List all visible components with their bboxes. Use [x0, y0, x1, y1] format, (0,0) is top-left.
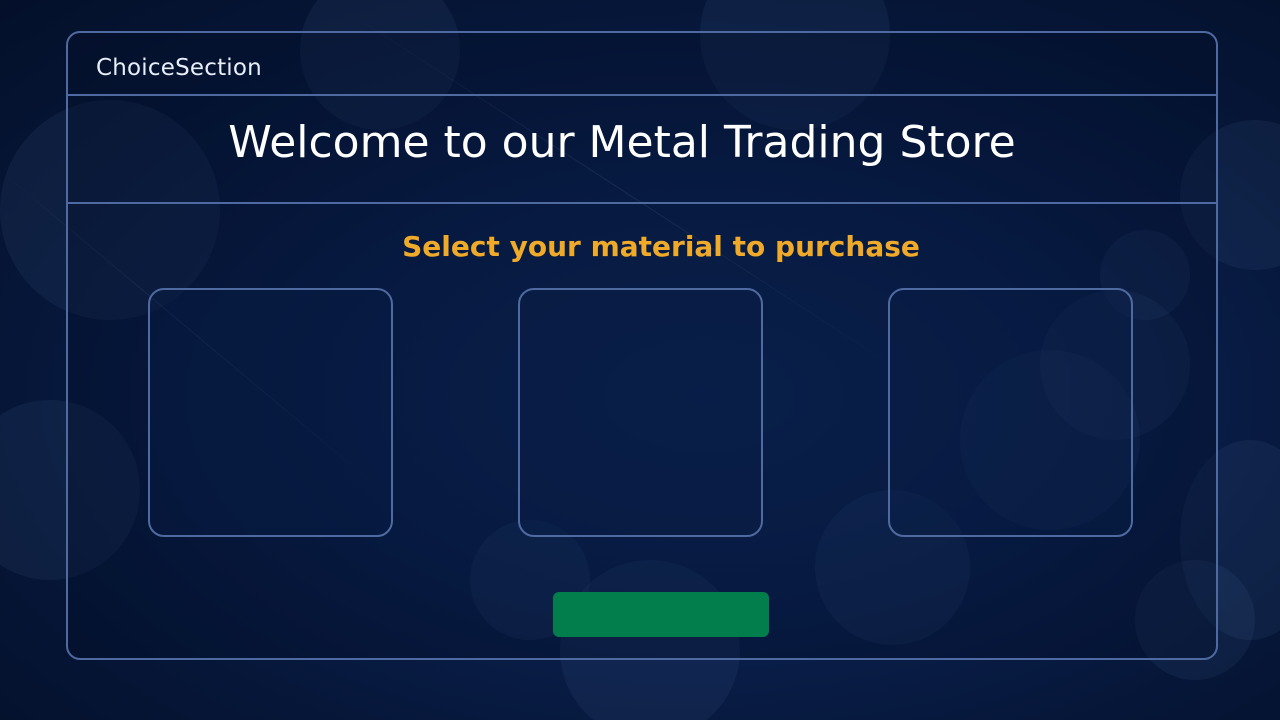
material-option-card[interactable]: [888, 288, 1133, 537]
section-label: ChoiceSection: [96, 55, 262, 81]
title-divider: [68, 202, 1216, 204]
header-divider: [68, 94, 1216, 96]
purchase-button[interactable]: [553, 592, 769, 637]
material-option-card[interactable]: [148, 288, 393, 537]
welcome-title: Welcome to our Metal Trading Store: [228, 117, 1016, 168]
material-option-card[interactable]: [518, 288, 763, 537]
select-material-subtitle: Select your material to purchase: [402, 230, 920, 263]
choice-section-panel: ChoiceSection Welcome to our Metal Tradi…: [66, 31, 1218, 660]
